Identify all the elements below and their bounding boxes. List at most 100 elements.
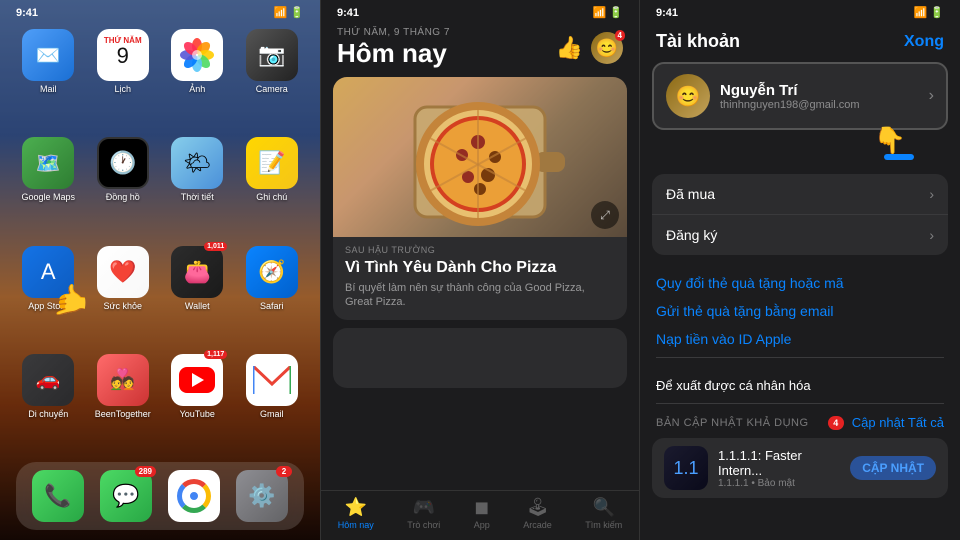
acc-status-bar: 9:41 📶 🔋 xyxy=(640,0,960,23)
app-label-weather: Thời tiết xyxy=(181,192,214,203)
dock-phone[interactable]: 📞 xyxy=(32,470,84,522)
acc-profile-row[interactable]: 😊 Nguyễn Trí thinhnguyen198@gmail.com › … xyxy=(652,62,948,130)
app-label-clock: Đồng hồ xyxy=(106,192,140,203)
acc-row-subscribe-label: Đăng ký xyxy=(666,227,717,243)
hand-cursor-appstore: 🤙 xyxy=(52,283,89,318)
messages-badge: 289 xyxy=(135,466,156,477)
as-status-time: 9:41 xyxy=(337,7,359,19)
app-item-weather[interactable]: 🌤 Thời tiết xyxy=(165,137,230,235)
settings-badge: 2 xyxy=(276,466,292,477)
acc-row-purchased[interactable]: Đã mua › xyxy=(652,174,948,215)
as-date: THỨ NĂM, 9 THÁNG 7 xyxy=(337,27,450,38)
app-item-gmail[interactable]: Gmail xyxy=(240,354,305,452)
tab-apps-icon: ◼ xyxy=(474,497,489,518)
app-item-safari[interactable]: 🧭 Safari xyxy=(240,246,305,344)
app-item-beentogether[interactable]: 💑 BeenTogether xyxy=(91,354,156,452)
app-icon-maps[interactable]: 🗺️ xyxy=(22,137,74,189)
app-label-gmail: Gmail xyxy=(260,409,284,420)
acc-update-badge: 4 xyxy=(828,416,844,430)
as-card-body: SAU HẬU TRƯỜNG Vì Tình Yêu Dành Cho Pizz… xyxy=(333,237,627,320)
status-time: 9:41 xyxy=(16,7,38,19)
status-icons: 📶 🔋 xyxy=(274,6,304,19)
youtube-badge: 1,117 xyxy=(204,350,227,359)
acc-row-subscribe-chevron: › xyxy=(929,227,934,243)
acc-personalize-label[interactable]: Để xuất được cá nhân hóa xyxy=(656,372,944,399)
app-icon-appstore[interactable]: A 🤙 xyxy=(22,246,74,298)
app-label-health: Sức khỏe xyxy=(103,301,142,312)
youtube-triangle xyxy=(192,373,204,387)
tab-arcade-icon: 🕹 xyxy=(526,497,549,518)
hand-cursor-account: 👇 xyxy=(874,125,906,156)
acc-update-all-wrapper[interactable]: 4 Cập nhật Tất cả xyxy=(828,415,944,430)
app-icon-health[interactable]: ❤️ xyxy=(97,246,149,298)
app-item-diChuyen[interactable]: 🚗 Di chuyển xyxy=(16,354,81,452)
app-item-appstore[interactable]: A 🤙 App Store xyxy=(16,246,81,344)
acc-done-button[interactable]: Xong xyxy=(904,33,944,51)
app-item-camera[interactable]: 📷 Camera xyxy=(240,29,305,127)
app-icon-photos[interactable] xyxy=(171,29,223,81)
acc-update-all-label[interactable]: Cập nhật Tất cả xyxy=(852,415,944,430)
acc-divider xyxy=(656,357,944,358)
app-icon-camera[interactable]: 📷 xyxy=(246,29,298,81)
app-item-calendar[interactable]: THỨ NĂM 9 Lịch xyxy=(91,29,156,127)
dock-settings[interactable]: ⚙️ 2 xyxy=(236,470,288,522)
tab-arcade[interactable]: 🕹 Arcade xyxy=(523,497,552,530)
acc-link-redeem[interactable]: Quy đổi thẻ quà tặng hoặc mã xyxy=(656,269,944,297)
app-icon-beentogether[interactable]: 💑 xyxy=(97,354,149,406)
as-avatar-wrapper[interactable]: 😊 4 xyxy=(591,32,623,64)
app-icon-clock[interactable]: 🕐 xyxy=(97,137,149,189)
acc-row-subscribe[interactable]: Đăng ký › xyxy=(652,215,948,255)
app-item-clock[interactable]: 🕐 Đồng hồ xyxy=(91,137,156,235)
app-icon-youtube[interactable]: 1,117 xyxy=(171,354,223,406)
app-item-health[interactable]: ❤️ Sức khỏe xyxy=(91,246,156,344)
dock-messages[interactable]: 💬 289 xyxy=(100,470,152,522)
chrome-ring xyxy=(177,479,211,513)
app-item-notes[interactable]: 📝 Ghi chú xyxy=(240,137,305,235)
acc-link-gift-email[interactable]: Gửi thẻ quà tặng bằng email xyxy=(656,297,944,325)
acc-profile-avatar: 😊 xyxy=(666,74,710,118)
app-icon-safari[interactable]: 🧭 xyxy=(246,246,298,298)
as-featured-card[interactable]: ⤢ SAU HẬU TRƯỜNG Vì Tình Yêu Dành Cho Pi… xyxy=(333,77,627,320)
app-label-wallet: Wallet xyxy=(185,301,210,312)
tab-search-label: Tìm kiếm xyxy=(585,520,622,530)
acc-update-app-icon: 1.1 xyxy=(664,446,708,490)
as-card-tag: SAU HẬU TRƯỜNG xyxy=(345,245,615,255)
acc-profile-left: 😊 Nguyễn Trí thinhnguyen198@gmail.com xyxy=(666,74,860,118)
app-item-mail[interactable]: ✉️ Mail xyxy=(16,29,81,127)
tab-games-icon: 🎮 xyxy=(413,497,435,518)
tab-search[interactable]: 🔍 Tìm kiếm xyxy=(585,497,622,530)
tab-games[interactable]: 🎮 Trò chơi xyxy=(407,497,440,530)
app-label-photos: Ảnh xyxy=(189,84,205,95)
acc-profile-name: Nguyễn Trí xyxy=(720,82,860,99)
app-icon-mail[interactable]: ✉️ xyxy=(22,29,74,81)
acc-status-icons: 📶 🔋 xyxy=(914,6,944,19)
acc-link-topup[interactable]: Nạp tiền vào ID Apple xyxy=(656,325,944,353)
app-item-wallet[interactable]: 👛 1,011 Wallet xyxy=(165,246,230,344)
acc-header: Tài khoản Xong xyxy=(640,23,960,62)
tab-today-label: Hôm nay xyxy=(338,520,374,530)
app-item-maps[interactable]: 🗺️ Google Maps xyxy=(16,137,81,235)
app-item-youtube[interactable]: 1,117 YouTube xyxy=(165,354,230,452)
app-label-notes: Ghi chú xyxy=(256,192,287,203)
app-icon-weather[interactable]: 🌤 xyxy=(171,137,223,189)
tab-today[interactable]: ⭐ Hôm nay xyxy=(338,497,374,530)
dock-chrome[interactable] xyxy=(168,470,220,522)
as-mini-card[interactable] xyxy=(333,328,627,388)
acc-update-button[interactable]: CẬP NHẬT xyxy=(850,456,936,480)
as-card-image: ⤢ xyxy=(333,77,627,237)
app-item-photos[interactable]: Ảnh xyxy=(165,29,230,127)
app-label-maps: Google Maps xyxy=(21,192,75,203)
as-card-action-button[interactable]: ⤢ xyxy=(591,201,619,229)
app-label-beentogether: BeenTogether xyxy=(95,409,151,420)
app-icon-gmail[interactable] xyxy=(246,354,298,406)
acc-update-section-label: BẢN CẬP NHẬT KHẢ DỤNG xyxy=(656,417,809,429)
as-page-title: Hôm nay xyxy=(337,38,450,69)
app-icon-wallet[interactable]: 👛 1,011 xyxy=(171,246,223,298)
app-icon-calendar[interactable]: THỨ NĂM 9 xyxy=(97,29,149,81)
acc-update-label-section: BẢN CẬP NHẬT KHẢ DỤNG 4 Cập nhật Tất cả xyxy=(640,407,960,434)
tab-apps[interactable]: ◼ App xyxy=(474,497,490,530)
app-icon-notes[interactable]: 📝 xyxy=(246,137,298,189)
acc-update-section: 1.1 1.1.1.1: Faster Intern... 1.1.1.1 • … xyxy=(652,438,948,498)
youtube-play-button xyxy=(179,367,215,393)
app-icon-diChuyen[interactable]: 🚗 xyxy=(22,354,74,406)
